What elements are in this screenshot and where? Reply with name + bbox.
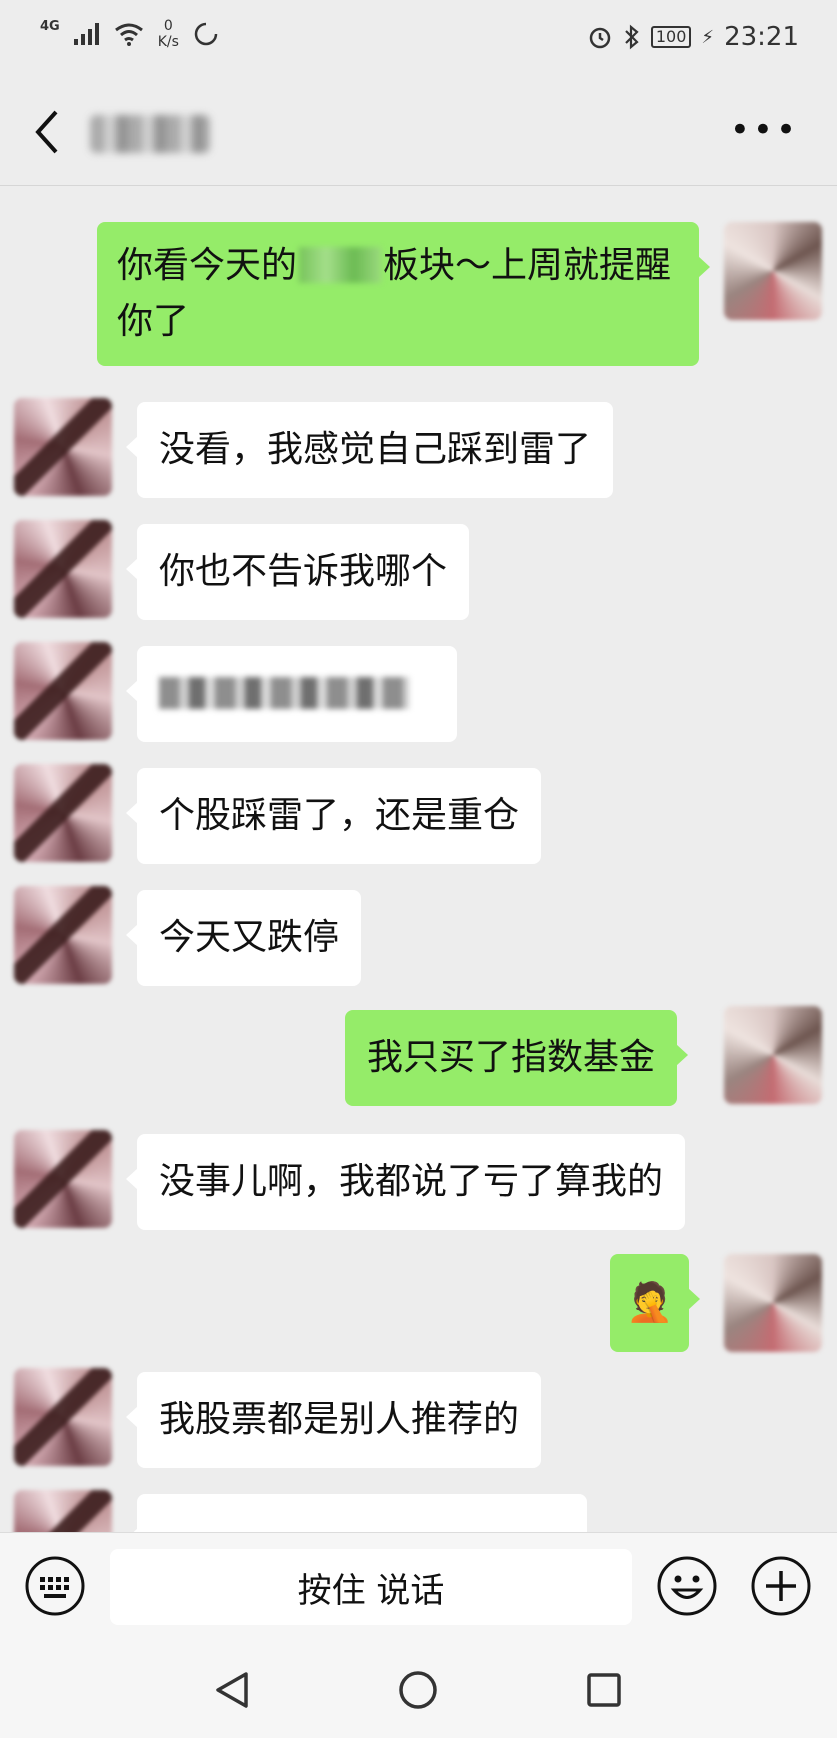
contact-avatar[interactable] <box>14 886 112 984</box>
keyboard-icon[interactable] <box>24 1555 86 1617</box>
status-bar: 4G 0 K/s 100 ⚡ 23:21 <box>0 0 837 80</box>
contact-avatar[interactable] <box>14 642 112 740</box>
charging-icon: ⚡ <box>701 26 715 48</box>
clock: 23:21 <box>724 22 799 52</box>
message-bubble-incoming[interactable]: 个股踩雷了，还是重仓 <box>125 768 542 864</box>
battery-level: 100 <box>650 26 692 48</box>
message-text: 个股踩雷了，还是重仓 <box>159 795 520 836</box>
contact-name-blurred <box>90 115 210 153</box>
my-avatar[interactable] <box>724 222 822 320</box>
nav-back-icon[interactable] <box>212 1670 252 1710</box>
bluetooth-icon <box>625 24 639 50</box>
network-speed-unit: K/s <box>157 34 179 50</box>
contact-avatar[interactable] <box>14 1368 112 1466</box>
more-options-icon[interactable]: ••• <box>730 113 799 147</box>
message-bubble-incoming-partial[interactable] <box>126 1494 587 1532</box>
message-bubble-outgoing[interactable]: 🤦 <box>610 1254 701 1352</box>
message-bubble-incoming[interactable]: 你也不告诉我哪个 <box>125 524 470 620</box>
contact-avatar[interactable] <box>14 1490 112 1532</box>
message-bubble-incoming[interactable]: 我股票都是别人推荐的 <box>125 1372 542 1468</box>
emoji-icon[interactable] <box>656 1555 718 1617</box>
message-bubble-incoming[interactable]: 没看，我感觉自己踩到雷了 <box>125 402 614 498</box>
message-text: 你看今天的 <box>117 245 298 286</box>
message-bubble-incoming[interactable]: 今天又跌停 <box>125 890 362 986</box>
my-avatar[interactable] <box>724 1254 822 1352</box>
message-bubble-outgoing[interactable]: 我只买了指数基金 <box>345 1010 689 1106</box>
message-bubble-incoming[interactable]: 没事儿啊，我都说了亏了算我的 <box>125 1134 686 1230</box>
network-speed-value: 0 <box>163 18 173 34</box>
chat-header: ••• <box>0 80 837 186</box>
back-arrow-icon[interactable] <box>28 106 68 158</box>
status-right: 100 ⚡ 23:21 <box>587 22 799 52</box>
message-bubble-incoming[interactable] <box>126 646 457 742</box>
redacted-message <box>159 677 409 709</box>
contact-avatar[interactable] <box>14 398 112 496</box>
signal-icon <box>73 23 99 45</box>
message-text: 没看，我感觉自己踩到雷了 <box>159 429 592 470</box>
message-bubble-outgoing[interactable]: 你看今天的 板块～上周就提醒你了 <box>97 222 710 366</box>
redacted-text <box>299 247 382 283</box>
network-type: 4G <box>40 18 60 34</box>
hold-to-talk-label: 按住 说话 <box>297 1570 445 1611</box>
message-text: 我只买了指数基金 <box>367 1037 656 1078</box>
contact-avatar[interactable] <box>14 764 112 862</box>
system-nav-bar <box>0 1640 837 1738</box>
facepalm-emoji: 🤦 <box>626 1280 674 1324</box>
message-text: 我股票都是别人推荐的 <box>159 1399 520 1440</box>
contact-avatar[interactable] <box>14 1130 112 1228</box>
sync-icon <box>194 22 218 46</box>
alarm-icon <box>589 27 611 49</box>
hold-to-talk-button[interactable]: 按住 说话 <box>110 1549 632 1625</box>
message-text: 今天又跌停 <box>159 917 340 958</box>
message-text: 你也不告诉我哪个 <box>159 551 448 592</box>
network-speed: 0 K/s <box>158 18 179 50</box>
nav-home-icon[interactable] <box>398 1670 438 1710</box>
input-bar: 按住 说话 <box>0 1532 837 1641</box>
contact-avatar[interactable] <box>14 520 112 618</box>
message-text: 没事儿啊，我都说了亏了算我的 <box>159 1161 664 1202</box>
nav-recent-apps-icon[interactable] <box>586 1672 622 1708</box>
message-list[interactable]: 你看今天的 板块～上周就提醒你了 没看，我感觉自己踩到雷了 你也不告诉我哪个 个股… <box>0 186 837 1532</box>
my-avatar[interactable] <box>724 1006 822 1104</box>
status-left: 4G 0 K/s <box>40 18 219 50</box>
wifi-icon <box>114 23 143 46</box>
plus-icon[interactable] <box>750 1555 812 1617</box>
